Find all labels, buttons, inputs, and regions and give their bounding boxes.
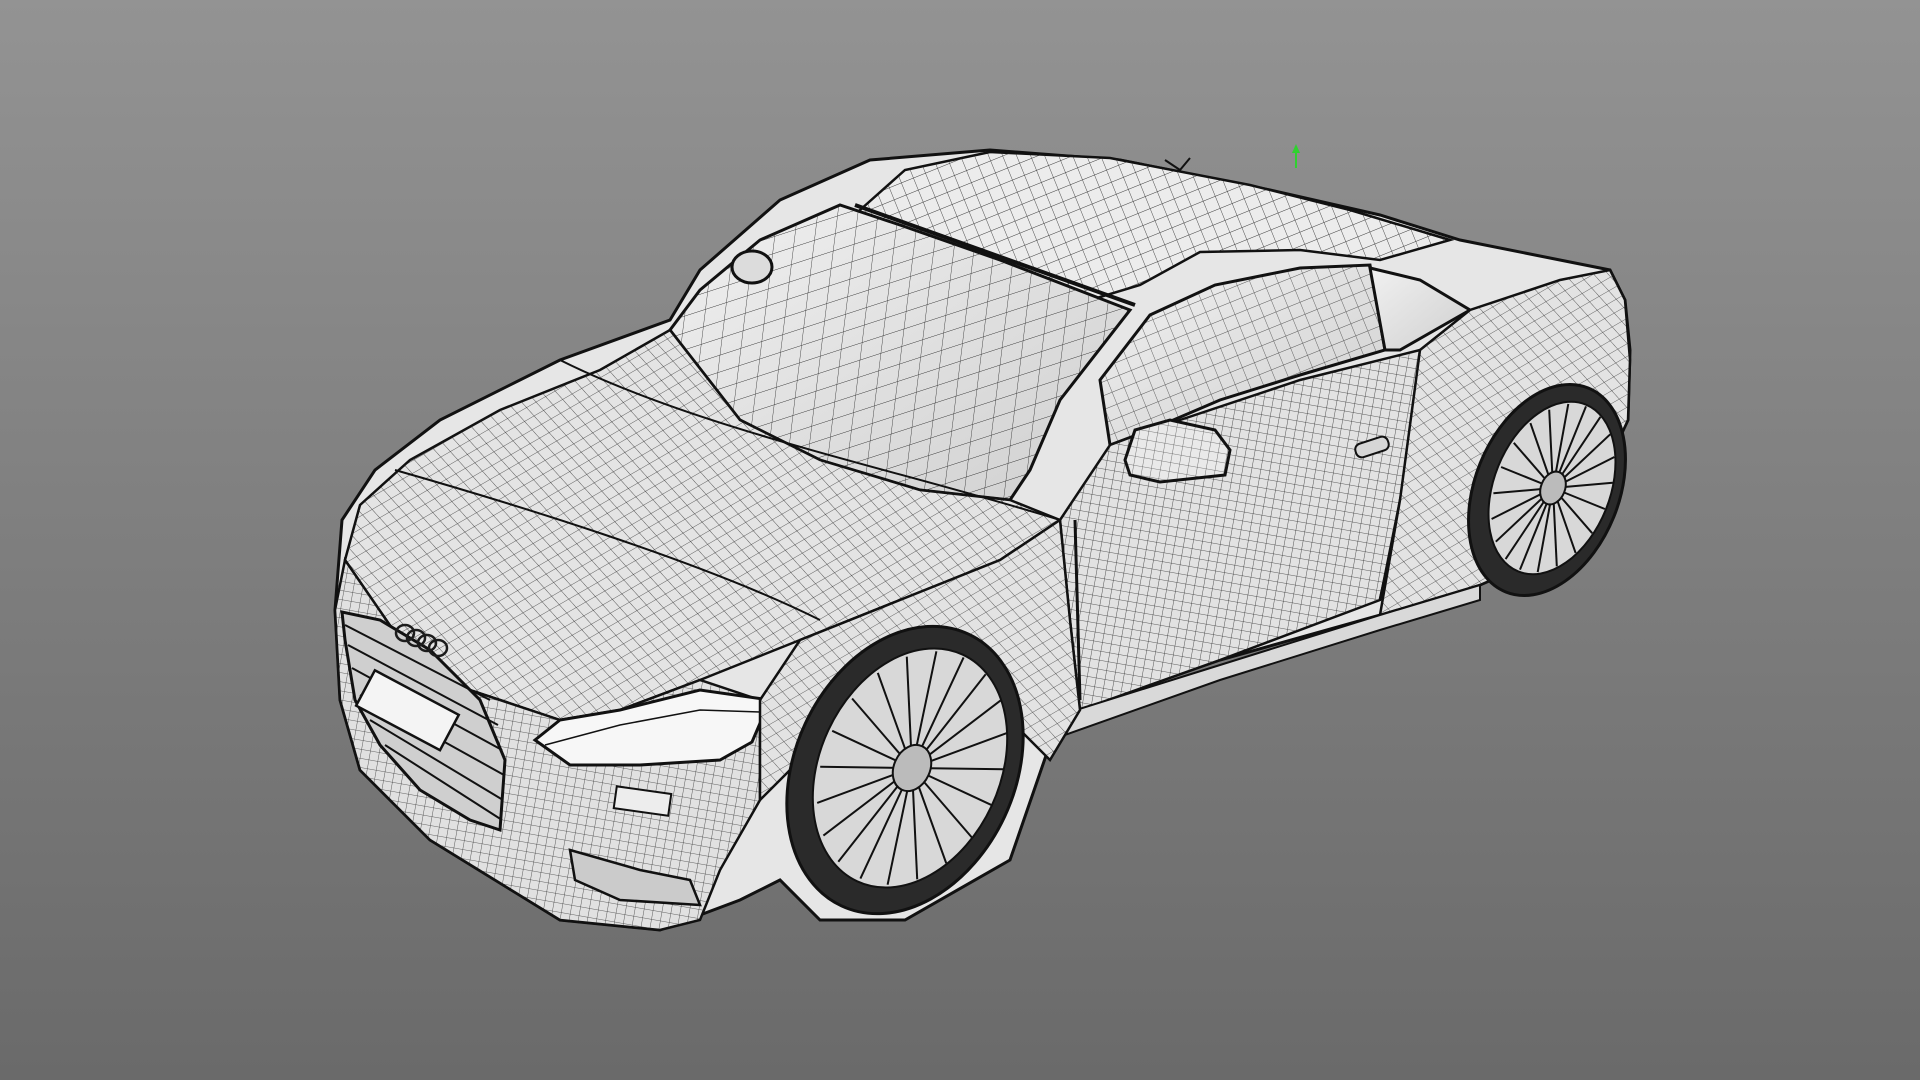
left-side-mirror xyxy=(730,249,774,285)
3d-viewport[interactable] xyxy=(0,0,1920,1080)
viewport-canvas[interactable] xyxy=(0,0,1920,1080)
